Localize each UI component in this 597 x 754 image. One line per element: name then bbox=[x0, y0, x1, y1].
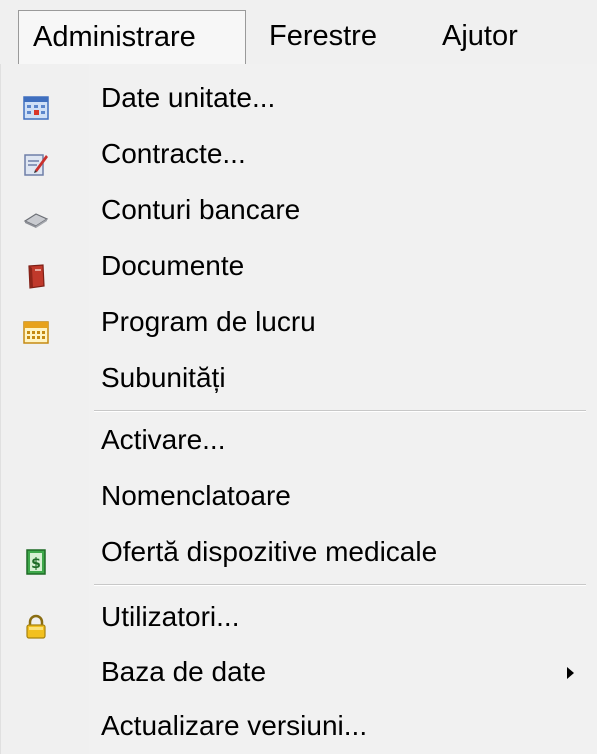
contract-edit-icon bbox=[23, 140, 49, 176]
svg-text:$: $ bbox=[31, 556, 41, 572]
menu-item-conturi-bancare[interactable]: Conturi bancare bbox=[1, 182, 597, 238]
menu-item-label: Actualizare versiuni... bbox=[101, 710, 368, 741]
calendar-schedule-icon bbox=[23, 308, 49, 344]
menu-item-label: Subunități bbox=[101, 362, 226, 393]
menu-item-label: Baza de date bbox=[101, 656, 267, 687]
dollar-bill-icon: $ bbox=[23, 538, 49, 575]
menu-bar: Administrare Ferestre Ajutor bbox=[0, 0, 597, 67]
menu-item-actualizare-versiuni[interactable]: Actualizare versiuni... bbox=[1, 698, 597, 754]
administrare-dropdown-menu: Date unitate... Contracte... Conturi ban… bbox=[0, 64, 597, 754]
calendar-grid-icon bbox=[23, 84, 49, 120]
menu-item-date-unitate[interactable]: Date unitate... bbox=[1, 70, 597, 126]
menu-item-label: Activare... bbox=[101, 424, 226, 455]
menu-administrare[interactable]: Administrare bbox=[18, 10, 246, 64]
menu-item-baza-de-date[interactable]: Baza de date bbox=[1, 644, 597, 700]
submenu-arrow-icon bbox=[567, 667, 574, 679]
bank-card-icon bbox=[23, 196, 49, 228]
menu-item-label: Contracte... bbox=[101, 138, 246, 169]
menu-item-program-de-lucru[interactable]: Program de lucru bbox=[1, 294, 597, 350]
menu-separator bbox=[94, 584, 586, 586]
menu-item-utilizatori[interactable]: Utilizatori... bbox=[1, 589, 597, 645]
menu-item-subunitati[interactable]: Subunități bbox=[1, 350, 597, 406]
menu-ferestre[interactable]: Ferestre bbox=[255, 10, 391, 64]
document-book-icon bbox=[23, 252, 49, 289]
menu-item-label: Ofertă dispozitive medicale bbox=[101, 536, 438, 567]
menu-item-label: Conturi bancare bbox=[101, 194, 301, 225]
menu-item-oferta-dispozitive-medicale[interactable]: $ Ofertă dispozitive medicale bbox=[1, 524, 597, 580]
menu-item-activare[interactable]: Activare... bbox=[1, 412, 597, 468]
menu-item-label: Utilizatori... bbox=[101, 601, 240, 632]
menu-ajutor[interactable]: Ajutor bbox=[428, 10, 532, 64]
menu-item-label: Nomenclatoare bbox=[101, 480, 291, 511]
menu-item-documente[interactable]: Documente bbox=[1, 238, 597, 294]
menu-item-label: Program de lucru bbox=[101, 306, 316, 337]
menu-item-nomenclatoare[interactable]: Nomenclatoare bbox=[1, 468, 597, 524]
menu-item-label: Date unitate... bbox=[101, 82, 276, 113]
menu-item-contracte[interactable]: Contracte... bbox=[1, 126, 597, 182]
padlock-icon bbox=[23, 603, 49, 639]
menu-item-label: Documente bbox=[101, 250, 245, 281]
